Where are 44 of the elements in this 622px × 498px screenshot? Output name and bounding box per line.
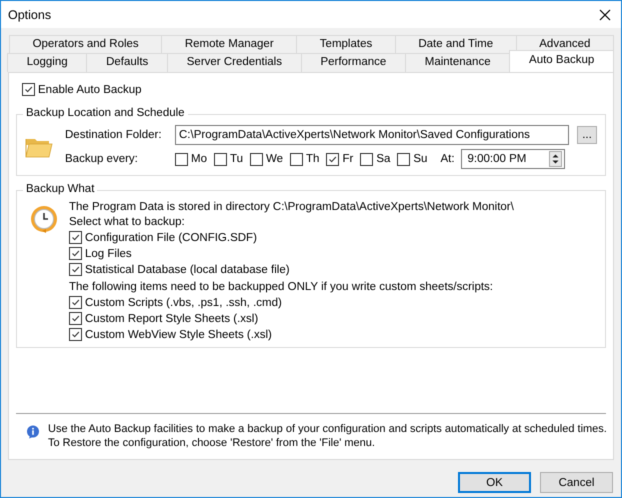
checkbox[interactable]: Custom WebView Style Sheets (.xsl) [69,328,514,341]
checkbox[interactable]: Statistical Database (local database file) [69,263,514,276]
info-icon [26,425,40,439]
checkbox[interactable]: Log Files [69,247,514,260]
dialog-button[interactable]: Cancel [540,472,613,493]
checkbox[interactable]: We [250,152,284,166]
checkmark-icon [70,297,81,308]
checkbox[interactable]: Tu [214,152,243,166]
checkbox[interactable]: Configuration File (CONFIG.SDF) [69,231,514,244]
checkmark-icon [70,248,81,259]
checkbox[interactable]: Sa [360,152,390,166]
field-label: Destination Folder: [65,129,163,141]
dialog-button[interactable]: OK [458,472,531,493]
group-title: Backup Location and Schedule [23,107,188,119]
checkbox[interactable]: Custom Report Style Sheets (.xsl) [69,312,514,325]
checkbox[interactable]: Th [290,152,320,166]
checkbox[interactable]: Enable Auto Backup [22,83,606,96]
browse-button[interactable]: ... [577,126,597,144]
field-label: Backup every: [65,153,139,165]
checkmark-icon [70,313,81,324]
tab[interactable]: Auto Backup [509,50,614,72]
info-text: Use the Auto Backup facilities to make a backup of your configuration and scripts automatically at scheduled times. [48,423,607,435]
spinner-icon[interactable] [548,151,562,167]
tab[interactable]: Operators and Roles [9,35,162,53]
text-line: The following items need to be backupped ONLY if you write custom sheets/scripts: [69,281,494,293]
group-title: Backup What [23,183,98,195]
close-icon[interactable] [599,8,611,20]
tab[interactable]: Logging [7,53,88,72]
text-line: Select what to backup: [69,216,186,228]
info-text: To Restore the configuration, choose 'Restore' from the 'File' menu. [48,437,376,449]
clock-icon [29,204,59,234]
checkmark-icon [70,264,81,275]
time-field[interactable]: 9:00:00 PM [460,149,565,169]
checkbox[interactable]: Custom Scripts (.vbs, .ps1, .ssh, .cmd) [69,296,514,309]
window-title: Options [8,8,52,22]
checkmark-icon [70,329,81,340]
folder-path-field[interactable]: C:\ProgramData\ActiveXperts\Network Monitor\Saved Configurations [175,125,569,145]
checkbox[interactable]: Fr [326,152,354,166]
text-line: The Program Data is stored in directory C:\ProgramData\ActiveXperts\Network Monitor\ [69,201,514,213]
checkmark-icon [23,84,34,95]
checkbox[interactable]: Mo [175,152,207,166]
checkbox[interactable]: Su [397,152,428,166]
field-label: At: [440,153,455,165]
checkmark-icon [70,232,81,243]
